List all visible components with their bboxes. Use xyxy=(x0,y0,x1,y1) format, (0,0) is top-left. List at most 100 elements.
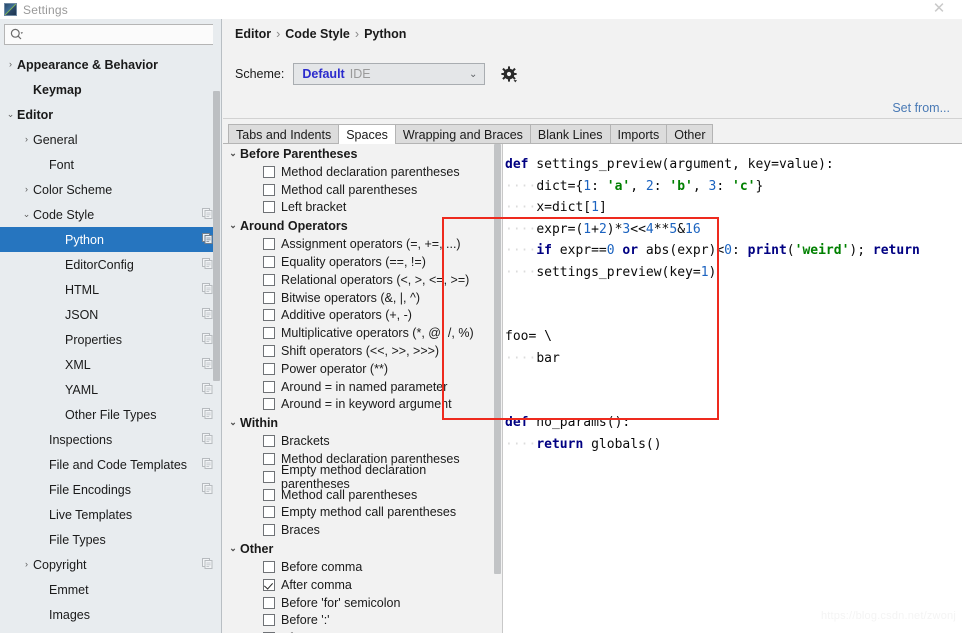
checkbox[interactable] xyxy=(263,614,275,626)
copy-icon[interactable] xyxy=(202,558,213,572)
chevron-down-icon[interactable]: ⌄ xyxy=(20,210,33,219)
checkbox[interactable] xyxy=(263,597,275,609)
chevron-right-icon[interactable]: › xyxy=(20,185,33,194)
copy-icon[interactable] xyxy=(202,383,213,397)
copy-icon[interactable] xyxy=(202,458,213,472)
checkbox[interactable] xyxy=(263,561,275,573)
option-row[interactable]: Shift operators (<<, >>, >>>) xyxy=(223,342,494,360)
sidebar-item-yaml[interactable]: YAML xyxy=(0,377,221,402)
sidebar-item-file-encodings[interactable]: File Encodings xyxy=(0,477,221,502)
sidebar-item-xml[interactable]: XML xyxy=(0,352,221,377)
checkbox[interactable] xyxy=(263,292,275,304)
breadcrumb-item-code-style[interactable]: Code Style xyxy=(285,27,350,41)
sidebar-scrollbar-track[interactable] xyxy=(213,19,221,633)
option-group-within[interactable]: ⌄Within xyxy=(223,413,494,432)
sidebar-item-json[interactable]: JSON xyxy=(0,302,221,327)
options-scrollbar-thumb[interactable] xyxy=(494,144,501,574)
checkbox[interactable] xyxy=(263,166,275,178)
sidebar-item-code-style[interactable]: ⌄Code Style xyxy=(0,202,221,227)
checkbox[interactable] xyxy=(263,398,275,410)
checkbox[interactable] xyxy=(263,471,275,483)
chevron-down-icon[interactable]: ⌄ xyxy=(226,221,240,230)
chevron-down-icon[interactable]: ⌄ xyxy=(4,110,17,119)
tab-other[interactable]: Other xyxy=(666,124,713,144)
option-row[interactable]: Method call parentheses xyxy=(223,181,494,199)
checkbox[interactable] xyxy=(263,579,275,591)
option-row[interactable]: Additive operators (+, -) xyxy=(223,307,494,325)
checkbox[interactable] xyxy=(263,238,275,250)
checkbox[interactable] xyxy=(263,506,275,518)
sidebar-item-python[interactable]: Python xyxy=(0,227,221,252)
option-row[interactable]: Before comma xyxy=(223,558,494,576)
option-group-around-operators[interactable]: ⌄Around Operators xyxy=(223,216,494,235)
sidebar-item-copyright[interactable]: ›Copyright xyxy=(0,552,221,577)
option-row[interactable]: Around = in keyword argument xyxy=(223,396,494,414)
chevron-down-icon[interactable]: ⌄ xyxy=(226,544,240,553)
sidebar-item-font[interactable]: Font xyxy=(0,152,221,177)
copy-icon[interactable] xyxy=(202,258,213,272)
close-icon[interactable]: ✕ xyxy=(924,0,954,18)
sidebar-item-editor[interactable]: ⌄Editor xyxy=(0,102,221,127)
copy-icon[interactable] xyxy=(202,208,213,222)
copy-icon[interactable] xyxy=(202,283,213,297)
copy-icon[interactable] xyxy=(202,308,213,322)
option-row[interactable]: Left bracket xyxy=(223,199,494,217)
options-scrollbar-track[interactable] xyxy=(493,144,502,633)
sidebar-item-file-types[interactable]: File Types xyxy=(0,527,221,552)
sidebar-item-editorconfig[interactable]: EditorConfig xyxy=(0,252,221,277)
tab-blank-lines[interactable]: Blank Lines xyxy=(530,124,611,144)
option-group-before-parentheses[interactable]: ⌄Before Parentheses xyxy=(223,144,494,163)
breadcrumb-item-editor[interactable]: Editor xyxy=(235,27,271,41)
checkbox[interactable] xyxy=(263,363,275,375)
chevron-right-icon[interactable]: › xyxy=(20,560,33,569)
option-row[interactable]: Method declaration parentheses xyxy=(223,163,494,181)
sidebar-item-properties[interactable]: Properties xyxy=(0,327,221,352)
sidebar-item-html[interactable]: HTML xyxy=(0,277,221,302)
sidebar-scrollbar-thumb[interactable] xyxy=(213,91,220,381)
sidebar-item-color-scheme[interactable]: ›Color Scheme xyxy=(0,177,221,202)
tab-spaces[interactable]: Spaces xyxy=(338,124,396,144)
checkbox[interactable] xyxy=(263,489,275,501)
copy-icon[interactable] xyxy=(202,433,213,447)
option-row[interactable]: Bitwise operators (&, |, ^) xyxy=(223,289,494,307)
option-row[interactable]: Brackets xyxy=(223,432,494,450)
option-row[interactable]: Equality operators (==, !=) xyxy=(223,253,494,271)
search-input[interactable] xyxy=(26,25,214,44)
search-box[interactable] xyxy=(4,24,215,45)
checkbox[interactable] xyxy=(263,453,275,465)
tab-tabs-and-indents[interactable]: Tabs and Indents xyxy=(228,124,339,144)
checkbox[interactable] xyxy=(263,327,275,339)
option-row[interactable]: After ':' xyxy=(223,629,494,633)
sidebar-item-inspections[interactable]: Inspections xyxy=(0,427,221,452)
scheme-dropdown[interactable]: Default IDE ⌄ xyxy=(293,63,485,85)
option-row[interactable]: Before 'for' semicolon xyxy=(223,594,494,612)
sidebar-item-file-and-code-templates[interactable]: File and Code Templates xyxy=(0,452,221,477)
option-row[interactable]: Empty method declaration parentheses xyxy=(223,468,494,486)
copy-icon[interactable] xyxy=(202,483,213,497)
option-row[interactable]: Before ':' xyxy=(223,612,494,630)
breadcrumb-item-python[interactable]: Python xyxy=(364,27,406,41)
tab-wrapping-and-braces[interactable]: Wrapping and Braces xyxy=(395,124,531,144)
chevron-down-icon[interactable]: ⌄ xyxy=(226,149,240,158)
chevron-down-icon[interactable]: ⌄ xyxy=(226,418,240,427)
sidebar-item-emmet[interactable]: Emmet xyxy=(0,577,221,602)
option-row[interactable]: Power operator (**) xyxy=(223,360,494,378)
sidebar-item-other-file-types[interactable]: Other File Types xyxy=(0,402,221,427)
copy-icon[interactable] xyxy=(202,233,213,247)
tab-imports[interactable]: Imports xyxy=(610,124,668,144)
chevron-right-icon[interactable]: › xyxy=(4,60,17,69)
option-row[interactable]: Relational operators (<, >, <=, >=) xyxy=(223,271,494,289)
option-row[interactable]: Assignment operators (=, +=, ...) xyxy=(223,235,494,253)
checkbox[interactable] xyxy=(263,256,275,268)
checkbox[interactable] xyxy=(263,524,275,536)
option-row[interactable]: After comma xyxy=(223,576,494,594)
checkbox[interactable] xyxy=(263,381,275,393)
sidebar-item-keymap[interactable]: Keymap xyxy=(0,77,221,102)
checkbox[interactable] xyxy=(263,184,275,196)
copy-icon[interactable] xyxy=(202,408,213,422)
chevron-right-icon[interactable]: › xyxy=(20,135,33,144)
gear-icon[interactable] xyxy=(501,66,518,83)
sidebar-item-appearance-behavior[interactable]: ›Appearance & Behavior xyxy=(0,52,221,77)
checkbox[interactable] xyxy=(263,309,275,321)
copy-icon[interactable] xyxy=(202,358,213,372)
